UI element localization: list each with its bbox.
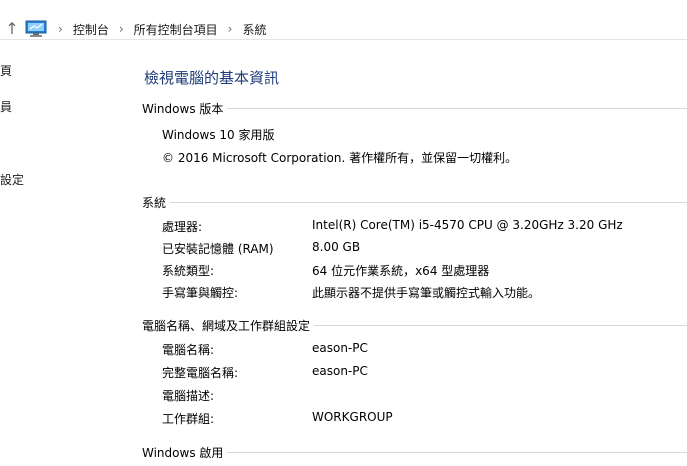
section-divider [314,324,687,326]
row-value: eason-PC [312,364,368,378]
computer-row-full-name: 完整電腦名稱: eason-PC [162,364,687,382]
section-system: 系統 [142,193,687,211]
left-nav-item[interactable]: 員 [0,98,12,115]
section-divider [170,201,687,203]
row-value: Intel(R) Core(TM) i5-4570 CPU @ 3.20GHz … [312,218,623,232]
row-label: 處理器: [162,220,203,234]
copyright-text: © 2016 Microsoft Corporation. 著作權所有，並保留一… [162,151,518,165]
system-row-ram: 已安裝記憶體 (RAM) 8.00 GB [162,240,687,258]
system-window: ↑ › 控制台 › 所有控制台項目 › 系統 頁 員 設定 檢視電腦的基本資訊 … [0,0,687,466]
section-computer-name: 電腦名稱、網域及工作群組設定 [142,316,687,334]
breadcrumb: › 控制台 › 所有控制台項目 › 系統 [50,20,268,38]
row-label: 電腦描述: [162,389,215,403]
address-bar: ↑ › 控制台 › 所有控制台項目 › 系統 [0,0,687,40]
computer-row-description: 電腦描述: [162,387,687,405]
up-arrow-icon[interactable]: ↑ [4,19,20,39]
windows-edition-name: Windows 10 家用版 [162,128,275,142]
section-divider [227,107,687,109]
system-row-type: 系統類型: 64 位元作業系統，x64 型處理器 [162,262,687,280]
row-value: 8.00 GB [312,240,361,254]
left-nav: 頁 員 設定 [0,40,24,466]
section-heading: Windows 啟用 [142,445,224,460]
computer-row-workgroup: 工作群組: WORKGROUP [162,410,687,428]
section-activation: Windows 啟用 [142,443,687,461]
left-nav-item[interactable]: 頁 [0,62,12,79]
row-value: eason-PC [312,341,368,355]
system-row-processor: 處理器: Intel(R) Core(TM) i5-4570 CPU @ 3.2… [162,218,687,236]
page-title: 檢視電腦的基本資訊 [144,69,280,87]
row-label: 電腦名稱: [162,343,215,357]
section-heading: 系統 [142,195,167,210]
computer-row-name: 電腦名稱: eason-PC [162,341,687,359]
section-heading: 電腦名稱、網域及工作群組設定 [142,318,311,333]
left-nav-item[interactable]: 設定 [0,171,24,188]
row-label: 已安裝記憶體 (RAM) [162,242,274,256]
breadcrumb-control-panel[interactable]: 控制台 [71,21,111,38]
section-windows-edition: Windows 版本 [142,99,687,117]
row-label: 工作群組: [162,412,215,426]
system-row-pen-touch: 手寫筆與觸控: 此顯示器不提供手寫筆或觸控式輸入功能。 [162,284,687,302]
row-label: 完整電腦名稱: [162,366,239,380]
row-value: WORKGROUP [312,410,393,424]
main-content: 檢視電腦的基本資訊 Windows 版本 Windows 10 家用版 © 20… [142,40,687,466]
section-heading: Windows 版本 [142,101,224,116]
breadcrumb-all-items[interactable]: 所有控制台項目 [132,21,220,38]
row-value: 此顯示器不提供手寫筆或觸控式輸入功能。 [312,286,541,300]
chevron-right-icon[interactable]: › [58,22,63,36]
breadcrumb-system[interactable]: 系統 [240,21,268,38]
section-divider [227,451,687,453]
chevron-right-icon[interactable]: › [119,22,124,36]
row-value: 64 位元作業系統，x64 型處理器 [312,264,490,278]
control-panel-icon [25,20,47,37]
row-label: 系統類型: [162,264,215,278]
chevron-right-icon[interactable]: › [228,22,233,36]
row-label: 手寫筆與觸控: [162,286,239,300]
